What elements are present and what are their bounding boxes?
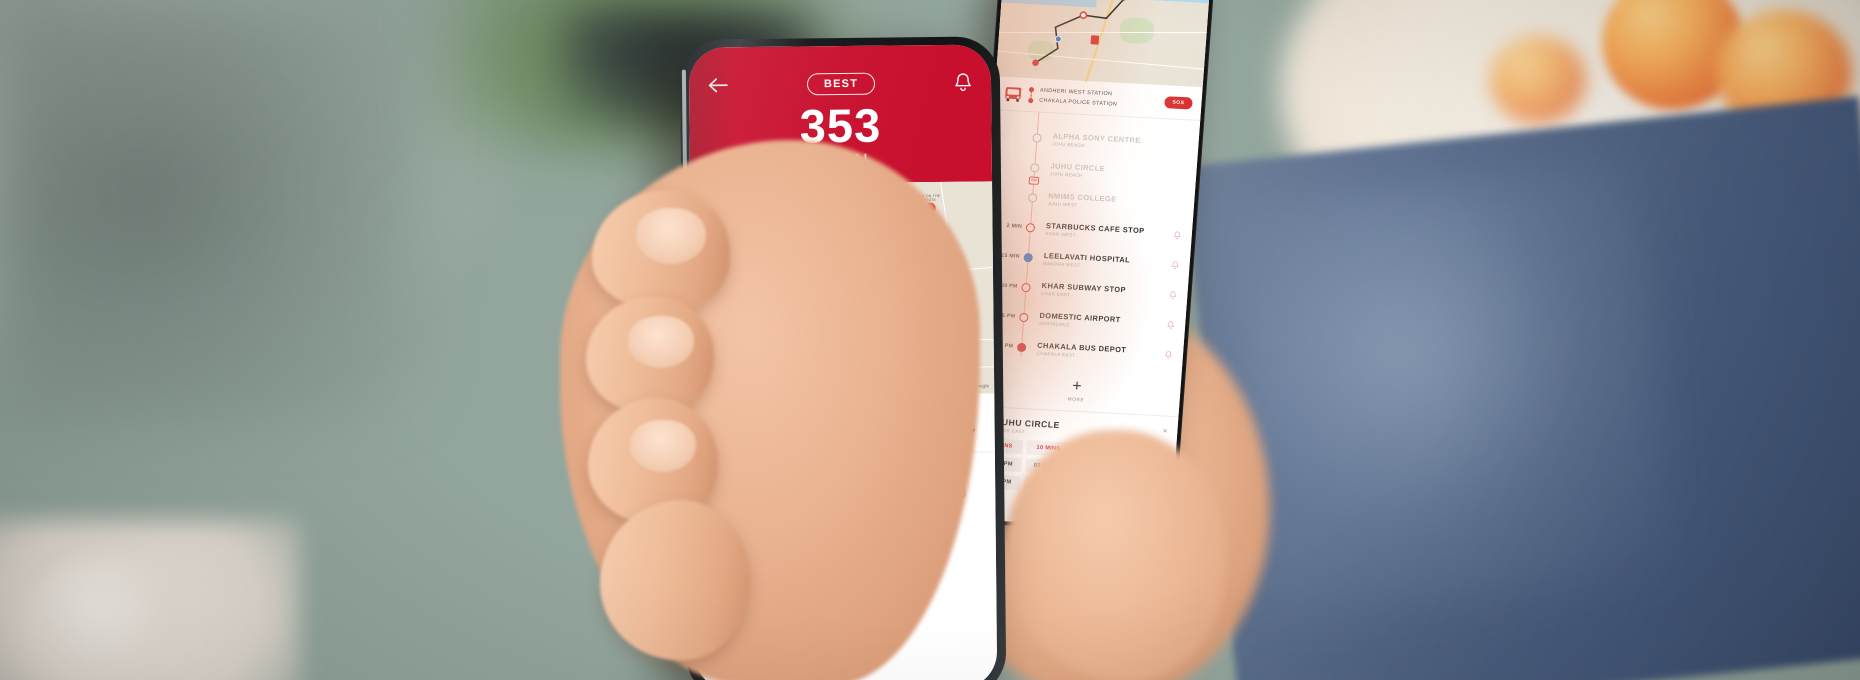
scene-vignette <box>0 0 1860 680</box>
mockup-scene: ANDHERI WEST STATION CHAKALA POLICE STAT… <box>0 0 1860 680</box>
